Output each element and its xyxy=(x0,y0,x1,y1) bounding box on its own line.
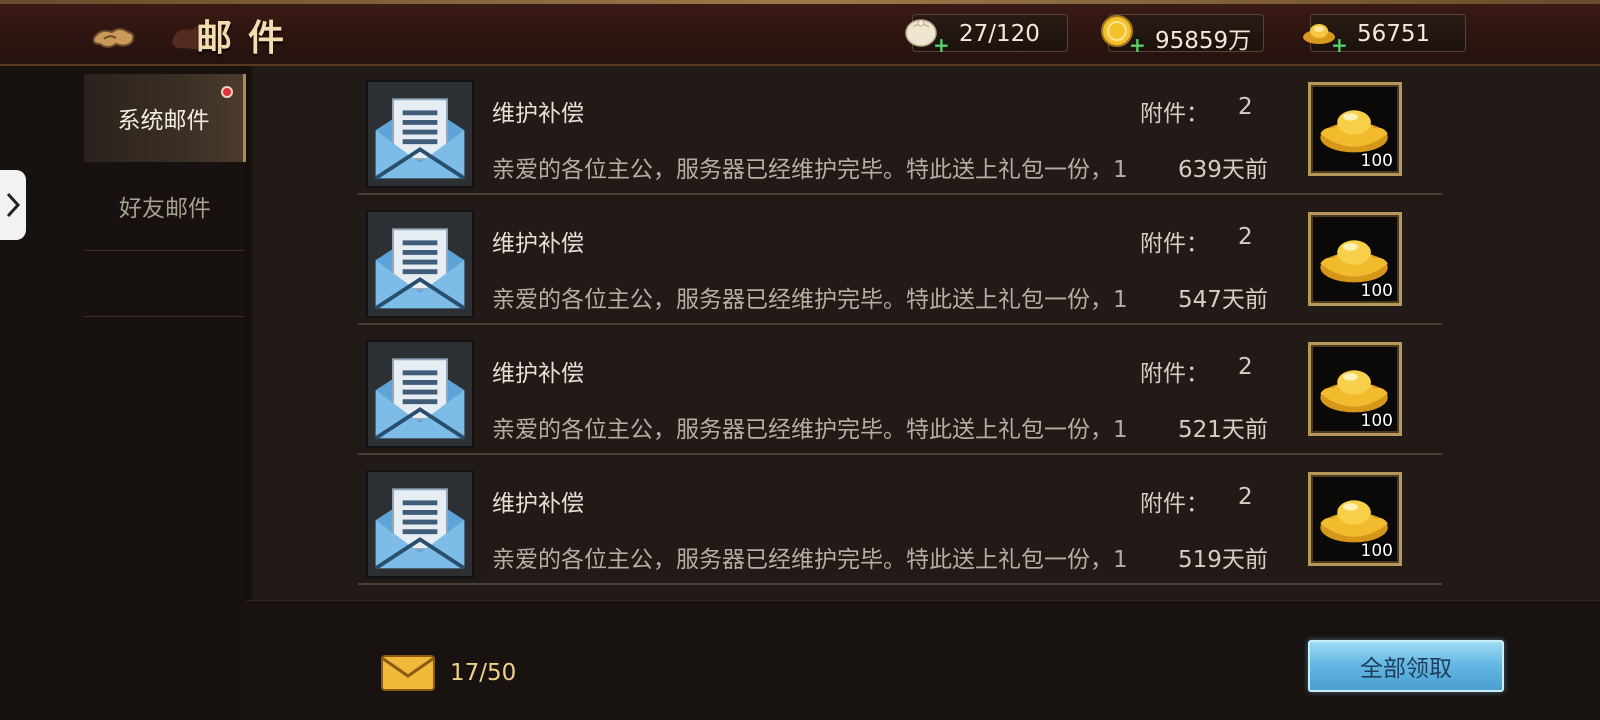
mail-title: 维护补偿 xyxy=(492,361,584,387)
tab-system-mail-label: 系统邮件 xyxy=(117,108,210,134)
attachment-count: 2 xyxy=(1238,484,1253,510)
attachment-label: 附件： xyxy=(1140,231,1209,257)
attachment-count: 2 xyxy=(1238,354,1253,380)
mail-category-sidebar: 系统邮件 好友邮件 xyxy=(0,66,246,720)
reward-item[interactable]: 100 xyxy=(1308,212,1402,306)
open-mail-icon xyxy=(366,470,474,578)
attachment-count: 2 xyxy=(1238,224,1253,250)
page-title: 邮件 xyxy=(196,17,301,59)
mail-count: 17/50 xyxy=(450,660,517,686)
expand-arrow-button[interactable] xyxy=(0,170,26,240)
mail-preview: 亲爱的各位主公，服务器已经维护完毕。特此送上礼包一份，1 xyxy=(492,417,1128,443)
notification-dot xyxy=(221,86,233,98)
add-stamina-icon[interactable]: + xyxy=(933,35,950,55)
reward-quantity: 100 xyxy=(1360,151,1393,171)
open-mail-icon xyxy=(366,340,474,448)
reward-quantity: 100 xyxy=(1360,411,1393,431)
mail-time: 547天前 xyxy=(1178,287,1268,313)
attachment-label: 附件： xyxy=(1140,361,1209,387)
reward-item[interactable]: 100 xyxy=(1308,342,1402,436)
resource-ingots[interactable]: + 56751 xyxy=(1303,14,1466,55)
tab-divider xyxy=(84,250,244,251)
tab-system-mail[interactable]: 系统邮件 xyxy=(84,74,246,162)
mail-divider xyxy=(358,453,1442,455)
open-mail-icon xyxy=(366,210,474,318)
claim-all-button[interactable]: 全部领取 xyxy=(1308,640,1504,692)
envelope-icon xyxy=(381,655,435,691)
mail-item[interactable]: 维护补偿 亲爱的各位主公，服务器已经维护完毕。特此送上礼包一份，1 附件： 2 … xyxy=(358,460,1442,588)
mail-divider xyxy=(358,323,1442,325)
back-button[interactable] xyxy=(88,20,138,54)
mail-title: 维护补偿 xyxy=(492,231,584,257)
mail-time: 639天前 xyxy=(1178,157,1268,183)
tab-friend-mail-label: 好友邮件 xyxy=(119,196,211,222)
reward-quantity: 100 xyxy=(1360,281,1393,301)
attachment-label: 附件： xyxy=(1140,101,1209,127)
mail-time: 521天前 xyxy=(1178,417,1268,443)
mail-divider xyxy=(358,193,1442,195)
open-mail-icon xyxy=(366,80,474,188)
mail-item[interactable]: 维护补偿 亲爱的各位主公，服务器已经维护完毕。特此送上礼包一份，1 附件： 2 … xyxy=(358,330,1442,458)
mail-title: 维护补偿 xyxy=(492,491,584,517)
add-coins-icon[interactable]: + xyxy=(1129,35,1146,55)
ingots-value: 56751 xyxy=(1357,21,1431,47)
chevron-right-icon xyxy=(6,192,21,218)
page-title-wrap: 邮件 xyxy=(168,10,300,60)
mail-time: 519天前 xyxy=(1178,547,1268,573)
mail-item[interactable]: 维护补偿 亲爱的各位主公，服务器已经维护完毕。特此送上礼包一份，1 附件： 2 … xyxy=(358,70,1442,198)
resource-stamina[interactable]: + 27/120 xyxy=(905,14,1068,55)
tab-friend-mail[interactable]: 好友邮件 xyxy=(84,162,246,250)
reward-item[interactable]: 100 xyxy=(1308,82,1402,176)
stamina-value: 27/120 xyxy=(959,21,1040,47)
resource-coins[interactable]: + 95859万 xyxy=(1101,14,1264,55)
attachment-count: 2 xyxy=(1238,94,1253,120)
tab-divider xyxy=(84,316,244,317)
cloud-back-icon xyxy=(92,28,135,48)
attachment-label: 附件： xyxy=(1140,491,1209,517)
coins-value: 95859万 xyxy=(1155,28,1252,54)
mail-list: 维护补偿 亲爱的各位主公，服务器已经维护完毕。特此送上礼包一份，1 附件： 2 … xyxy=(254,66,1600,600)
reward-quantity: 100 xyxy=(1360,541,1393,561)
mail-divider xyxy=(358,583,1442,585)
mail-title: 维护补偿 xyxy=(492,101,584,127)
mail-preview: 亲爱的各位主公，服务器已经维护完毕。特此送上礼包一份，1 xyxy=(492,287,1128,313)
top-bar: 邮件 + 27/120 + 95859万 + 56751 xyxy=(0,0,1600,66)
mail-preview: 亲爱的各位主公，服务器已经维护完毕。特此送上礼包一份，1 xyxy=(492,547,1128,573)
mail-preview: 亲爱的各位主公，服务器已经维护完毕。特此送上礼包一份，1 xyxy=(492,157,1128,183)
reward-item[interactable]: 100 xyxy=(1308,472,1402,566)
mail-item[interactable]: 维护补偿 亲爱的各位主公，服务器已经维护完毕。特此送上礼包一份，1 附件： 2 … xyxy=(358,200,1442,328)
add-ingots-icon[interactable]: + xyxy=(1331,35,1348,55)
